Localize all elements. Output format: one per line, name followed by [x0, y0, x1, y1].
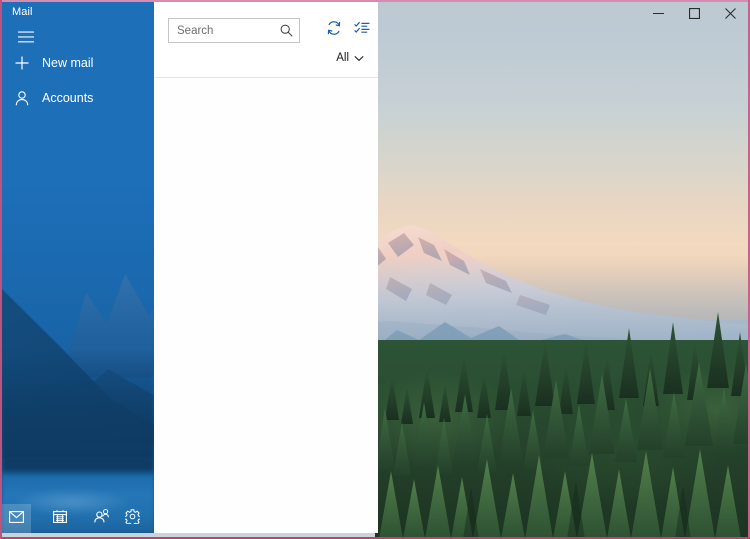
- filter-label: All: [336, 52, 349, 64]
- maximize-icon: [688, 7, 700, 19]
- mail-sidebar: Mail New mail Accounts: [2, 2, 154, 533]
- bottom-bar-mail-button[interactable]: [2, 504, 31, 533]
- sidebar-item-label: Accounts: [42, 91, 94, 105]
- bottom-bar-settings-button[interactable]: [118, 504, 147, 533]
- sync-button[interactable]: [324, 20, 344, 40]
- search-icon[interactable]: [280, 24, 293, 37]
- window-controls: [640, 2, 748, 24]
- selection-mode-button[interactable]: [352, 20, 372, 40]
- selection-list-icon: [354, 21, 370, 40]
- people-icon: [94, 509, 109, 528]
- envelope-icon: [9, 510, 24, 528]
- wallpaper-forest: [375, 300, 750, 539]
- maximize-button[interactable]: [676, 2, 712, 24]
- sidebar-bottom-bar: [2, 504, 154, 533]
- search-input[interactable]: Search: [168, 18, 300, 43]
- message-list-column: Search All: [154, 2, 378, 533]
- mail-window: Mail New mail Accounts Search All: [2, 2, 378, 533]
- message-list-body[interactable]: [154, 78, 378, 533]
- search-placeholder: Search: [177, 24, 214, 37]
- close-button[interactable]: [712, 2, 748, 24]
- screen: Mail New mail Accounts Search All: [0, 0, 750, 539]
- chevron-down-icon: [354, 55, 364, 62]
- sidebar-item-new-mail[interactable]: New mail: [2, 47, 154, 79]
- sidebar-background-photo: [2, 188, 154, 533]
- bottom-bar-calendar-button[interactable]: [45, 504, 74, 533]
- close-icon: [724, 7, 736, 19]
- message-filter[interactable]: All: [336, 52, 364, 64]
- sidebar-item-accounts[interactable]: Accounts: [2, 82, 154, 114]
- minimize-button[interactable]: [640, 2, 676, 24]
- gear-icon: [124, 508, 141, 529]
- calendar-icon: [52, 509, 67, 528]
- person-icon: [2, 90, 42, 106]
- hamburger-menu-icon: [18, 31, 34, 43]
- minimize-icon: [652, 8, 664, 19]
- sidebar-item-label: New mail: [42, 56, 94, 70]
- bottom-bar-people-button[interactable]: [87, 504, 116, 533]
- search-row: Search: [154, 18, 378, 46]
- app-title: Mail: [12, 6, 33, 18]
- plus-icon: [2, 56, 42, 70]
- sync-icon: [326, 20, 342, 41]
